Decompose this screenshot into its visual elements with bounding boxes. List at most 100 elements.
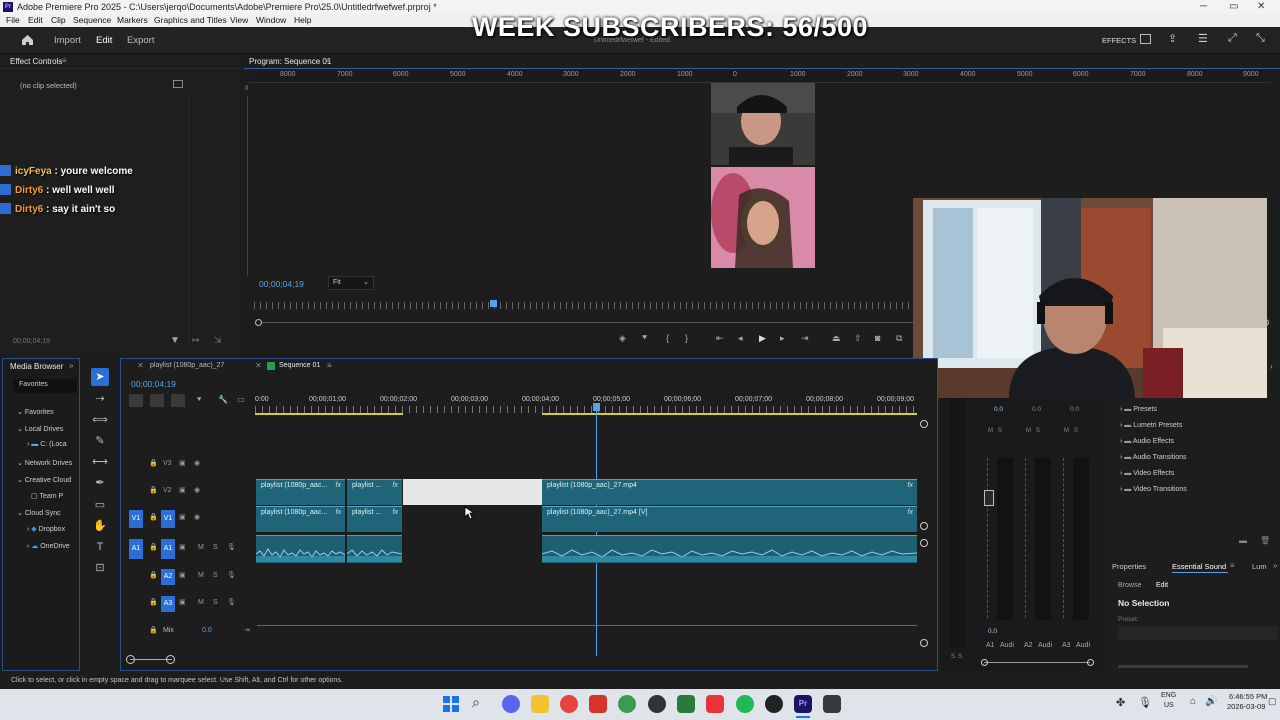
mark-in-icon[interactable]: { <box>666 333 669 343</box>
tree-creative-cloud[interactable]: ⌄ Creative Cloud <box>17 476 71 484</box>
expand-icon[interactable]: » <box>69 361 73 370</box>
panel-menu-icon[interactable]: ≡ <box>327 361 332 370</box>
share-icon[interactable]: ⇪ <box>1168 32 1177 45</box>
scroll-handle[interactable] <box>1087 659 1094 666</box>
premiere-taskbar-icon[interactable]: Pr <box>794 695 812 713</box>
mini-timeline[interactable] <box>254 302 914 309</box>
solo-button[interactable]: S <box>213 572 218 579</box>
go-to-end-icon[interactable]: ⇥ <box>244 626 250 634</box>
clip-v2[interactable]: playlist (1080p_aac)_27.mp4 fx <box>542 479 917 505</box>
fader-handle[interactable] <box>984 490 994 506</box>
multi-camera-icon[interactable]: ⧉ <box>896 333 902 344</box>
media-browser-tab[interactable]: Media Browser <box>10 362 63 371</box>
obs-icon[interactable] <box>765 695 783 713</box>
panel-icon[interactable] <box>1140 34 1151 44</box>
fader-track[interactable] <box>1025 458 1031 618</box>
tree-local-drives[interactable]: ⌄ Local Drives <box>17 425 63 433</box>
filter-icon[interactable]: ▼ <box>170 335 180 346</box>
app-icon[interactable] <box>677 695 695 713</box>
clip-v1[interactable]: playlist ... fx <box>347 506 402 532</box>
step-forward-icon[interactable]: ▸ <box>780 333 785 344</box>
captions-icon[interactable]: ▭ <box>237 395 245 404</box>
microphone-icon[interactable]: 🎙 <box>227 598 236 606</box>
track-select-tool-icon[interactable]: ⇢ <box>91 390 109 408</box>
clock-date[interactable]: 2026-03-09 <box>1227 702 1265 711</box>
notifications-icon[interactable]: ▢ <box>1268 696 1277 707</box>
sequence-timecode[interactable]: 00;00;04;19 <box>131 379 176 389</box>
language-indicator[interactable]: ENG <box>1161 692 1176 699</box>
linked-selection-icon[interactable] <box>171 394 185 407</box>
menu-sequence[interactable]: Sequence <box>73 14 111 27</box>
clock-time[interactable]: 6:46:55 PM <box>1229 692 1267 701</box>
properties-scrollbar[interactable] <box>1118 665 1248 668</box>
chrome-icon[interactable] <box>560 695 578 713</box>
browse-tab[interactable]: Browse <box>1118 582 1141 589</box>
menu-file[interactable]: File <box>6 14 20 27</box>
source-patch-a1[interactable]: A1 <box>129 539 143 559</box>
zoom-handle[interactable] <box>255 319 262 326</box>
scroll-handle[interactable] <box>166 655 175 664</box>
nav-edit[interactable]: Edit <box>96 27 112 54</box>
snap-icon[interactable] <box>150 394 164 407</box>
time-ruler[interactable] <box>255 406 917 413</box>
marker-icon[interactable]: ⯆ <box>641 333 648 344</box>
mute-button[interactable]: M <box>988 428 993 434</box>
step-back-icon[interactable]: ◂ <box>738 333 743 344</box>
extract-icon[interactable]: ⇧ <box>854 333 862 344</box>
menu-lines-icon[interactable]: ☰ <box>1198 32 1208 45</box>
menu-clip[interactable]: Clip <box>51 14 66 27</box>
nav-import[interactable]: Import <box>54 27 81 54</box>
effects-audio-transitions[interactable]: › ▬ Audio Transitions <box>1120 454 1187 461</box>
tree-team-projects[interactable]: ▢ Team P <box>31 492 63 500</box>
timeline-playhead-line[interactable] <box>596 411 597 656</box>
fit-dropdown[interactable]: Fit ⌄ <box>328 276 374 290</box>
menu-window[interactable]: Window <box>256 14 286 27</box>
solo-button[interactable]: S <box>1036 428 1040 434</box>
v-scroll-handle[interactable] <box>920 539 928 547</box>
tree-onedrive[interactable]: › ☁ OneDrive <box>27 542 70 550</box>
track-target-v1[interactable]: V1 <box>161 510 175 528</box>
camera-icon[interactable]: ◙ <box>875 333 880 343</box>
home-icon[interactable] <box>21 34 34 46</box>
solo-button[interactable]: S <box>958 654 962 660</box>
hand-tool-icon[interactable]: ✋ <box>91 517 109 535</box>
sync-icon[interactable]: ▣ <box>179 486 186 494</box>
menu-graphics-titles[interactable]: Graphics and Titles <box>154 14 227 27</box>
ripple-edit-tool-icon[interactable]: ⟺ <box>91 411 109 429</box>
timeline-tab-playlist[interactable]: playlist (1080p_aac)_27 <box>150 362 224 369</box>
lock-icon[interactable]: 🔒 <box>149 459 158 467</box>
expand-icon[interactable]: › <box>1270 362 1273 371</box>
close-tab-icon[interactable]: ✕ <box>137 361 144 370</box>
mute-button[interactable]: M <box>1064 428 1069 434</box>
slip-tool-icon[interactable]: ⟷ <box>91 453 109 471</box>
clip-v2[interactable]: playlist (1080p_aac... fx <box>256 479 345 505</box>
fader-track[interactable] <box>987 458 993 618</box>
microphone-icon[interactable]: 🎙 <box>1138 696 1152 709</box>
solo-button[interactable]: S <box>1074 428 1078 434</box>
essential-sound-tab[interactable]: Essential Sound <box>1172 562 1226 571</box>
export-icon[interactable]: ↦ <box>192 335 200 346</box>
clip-v1[interactable]: playlist (1080p_aac)_27.mp4 [V] fx <box>542 506 917 532</box>
sync-icon[interactable]: ▣ <box>179 459 186 467</box>
sync-icon[interactable]: ▣ <box>179 598 186 606</box>
clip-v1[interactable]: playlist (1080p_aac... fx <box>256 506 345 532</box>
tree-dropbox[interactable]: › ◆ Dropbox <box>27 525 65 533</box>
rectangle-tool-icon[interactable]: ▭ <box>91 496 109 514</box>
sync-icon[interactable]: ▣ <box>179 571 186 579</box>
scroll-handle[interactable] <box>981 659 988 666</box>
timeline-playhead-handle[interactable] <box>593 403 600 411</box>
playhead-marker[interactable] <box>490 300 497 307</box>
effects-lumetri-presets[interactable]: › ▬ Lumetri Presets <box>1120 422 1182 429</box>
panel-menu-icon[interactable]: ≡ <box>62 56 67 65</box>
lock-icon[interactable]: 🔒 <box>149 513 158 521</box>
razor-tool-icon[interactable]: ✎ <box>91 432 109 450</box>
collapse-icon[interactable]: ⤡ <box>1256 32 1265 45</box>
track-target-a2[interactable]: A2 <box>161 569 175 585</box>
search-icon[interactable]: ⌕ <box>472 694 480 711</box>
solo-button[interactable]: S <box>213 544 218 551</box>
clip-v2[interactable]: playlist ... fx <box>347 479 402 505</box>
menu-help[interactable]: Help <box>294 14 311 27</box>
preset-dropdown[interactable] <box>1118 626 1278 640</box>
effects-workspace-label[interactable]: EFFECTS <box>1102 36 1136 45</box>
lumetri-tab[interactable]: Lum <box>1252 562 1267 571</box>
